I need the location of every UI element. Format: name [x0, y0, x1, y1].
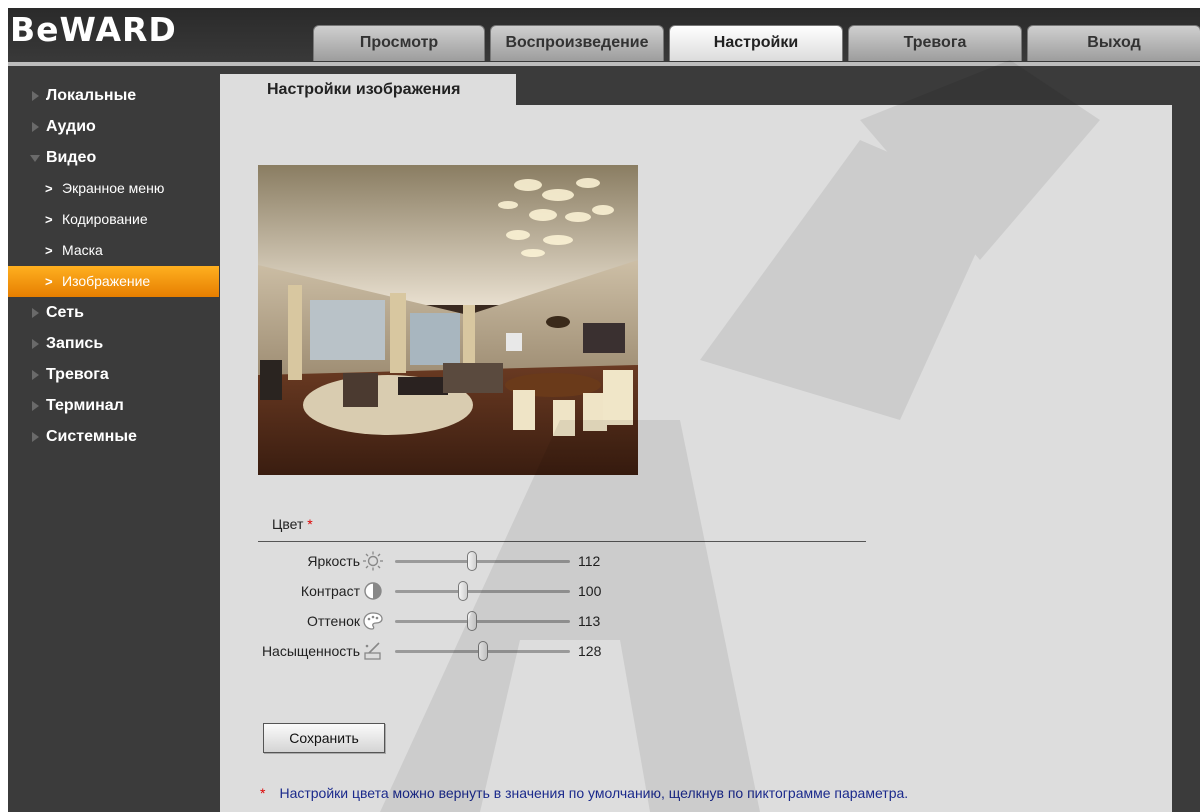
- brightness-slider-track[interactable]: [395, 560, 570, 563]
- camera-preview-image: [258, 165, 638, 475]
- reset-hint: * Настройки цвета можно вернуть в значени…: [260, 785, 908, 801]
- sidebar-item-record[interactable]: Запись: [8, 328, 220, 359]
- saturation-icon[interactable]: [362, 641, 384, 661]
- sidebar-subitem-mask[interactable]: > Маска: [8, 235, 220, 266]
- contrast-slider-thumb[interactable]: [458, 581, 469, 601]
- sidebar-item-label: Локальные: [46, 87, 137, 104]
- expand-arrow-icon: [32, 432, 39, 442]
- color-section-title: Цвет *: [272, 516, 313, 532]
- top-bar: BeWARD Просмотр Воспроизведение Настройк…: [8, 8, 1200, 66]
- palette-icon[interactable]: [362, 611, 384, 631]
- brightness-icon[interactable]: [362, 551, 384, 571]
- sidebar-item-label: Запись: [46, 335, 104, 352]
- expand-arrow-icon: [32, 122, 39, 132]
- hue-label: Оттенок: [307, 613, 360, 629]
- sidebar-item-label: Видео: [46, 149, 97, 166]
- saturation-row: Насыщенность 128: [220, 639, 820, 665]
- sidebar-item-terminal[interactable]: Терминал: [8, 390, 220, 421]
- tab-playback[interactable]: Воспроизведение: [490, 25, 664, 61]
- sidebar-item-video[interactable]: Видео: [8, 142, 220, 173]
- note-mark: *: [260, 785, 266, 801]
- hue-slider-track[interactable]: [395, 620, 570, 623]
- sidebar-subitem-label: Изображение: [62, 273, 151, 289]
- sidebar-item-system[interactable]: Системные: [8, 421, 220, 452]
- brand-logo: BeWARD: [10, 10, 177, 49]
- sidebar-item-local[interactable]: Локальные: [8, 80, 220, 111]
- expand-arrow-icon: [32, 308, 39, 318]
- brightness-slider-thumb[interactable]: [467, 551, 477, 571]
- sidebar-item-label: Аудио: [46, 118, 96, 135]
- sidebar-subitem-encoding[interactable]: > Кодирование: [8, 204, 220, 235]
- hue-slider-thumb[interactable]: [467, 611, 477, 631]
- sidebar-item-alarm[interactable]: Тревога: [8, 359, 220, 390]
- sidebar-item-network[interactable]: Сеть: [8, 297, 220, 328]
- settings-panel: Цвет * Яркость 112 Контраст 100 Оттенок …: [220, 105, 1172, 812]
- contrast-slider-track[interactable]: [395, 590, 570, 593]
- sidebar-subitem-image[interactable]: > Изображение: [8, 266, 219, 297]
- reset-hint-text: Настройки цвета можно вернуть в значения…: [279, 785, 909, 801]
- tab-alarm[interactable]: Тревога: [848, 25, 1022, 61]
- contrast-icon[interactable]: [362, 581, 384, 601]
- sidebar: Локальные Аудио Видео > Экранное меню > Ко…: [8, 80, 220, 452]
- sidebar-subitem-osd[interactable]: > Экранное меню: [8, 173, 220, 204]
- expand-arrow-icon: [32, 91, 39, 101]
- collapse-arrow-icon: [30, 155, 40, 162]
- chevron-right-icon: >: [45, 243, 53, 258]
- chevron-right-icon: >: [45, 274, 53, 289]
- saturation-slider-thumb[interactable]: [477, 641, 488, 661]
- brightness-label: Яркость: [307, 553, 360, 569]
- sidebar-subitem-label: Кодирование: [62, 211, 148, 227]
- required-mark: *: [307, 516, 313, 532]
- saturation-label: Насыщенность: [261, 643, 360, 659]
- brightness-value: 112: [578, 553, 601, 569]
- contrast-row: Контраст 100: [220, 579, 820, 605]
- app-frame: BeWARD Просмотр Воспроизведение Настройк…: [8, 8, 1200, 812]
- tab-settings[interactable]: Настройки: [669, 25, 843, 61]
- color-section-label: Цвет: [272, 516, 304, 532]
- sidebar-item-label: Сеть: [46, 304, 84, 321]
- sidebar-item-label: Тревога: [46, 366, 109, 383]
- expand-arrow-icon: [32, 339, 39, 349]
- sidebar-item-audio[interactable]: Аудио: [8, 111, 220, 142]
- saturation-value: 128: [578, 643, 602, 659]
- hue-row: Оттенок 113: [220, 609, 820, 635]
- expand-arrow-icon: [32, 401, 39, 411]
- sidebar-subitem-label: Маска: [62, 242, 103, 258]
- expand-arrow-icon: [32, 370, 39, 380]
- top-divider: [8, 62, 1200, 66]
- camera-preview-scene: [258, 165, 638, 475]
- contrast-value: 100: [578, 583, 602, 599]
- sidebar-item-label: Системные: [46, 428, 137, 445]
- section-divider: [258, 541, 866, 542]
- hue-value: 113: [578, 613, 601, 629]
- tab-exit[interactable]: Выход: [1027, 25, 1200, 61]
- sidebar-subitem-label: Экранное меню: [62, 180, 165, 196]
- chevron-right-icon: >: [45, 212, 53, 227]
- save-button[interactable]: Сохранить: [263, 723, 385, 753]
- page-title: Настройки изображения: [220, 74, 516, 106]
- tab-view[interactable]: Просмотр: [313, 25, 485, 61]
- contrast-label: Контраст: [300, 583, 360, 599]
- brightness-row: Яркость 112: [220, 549, 820, 575]
- chevron-right-icon: >: [45, 181, 53, 196]
- sidebar-item-label: Терминал: [46, 397, 124, 414]
